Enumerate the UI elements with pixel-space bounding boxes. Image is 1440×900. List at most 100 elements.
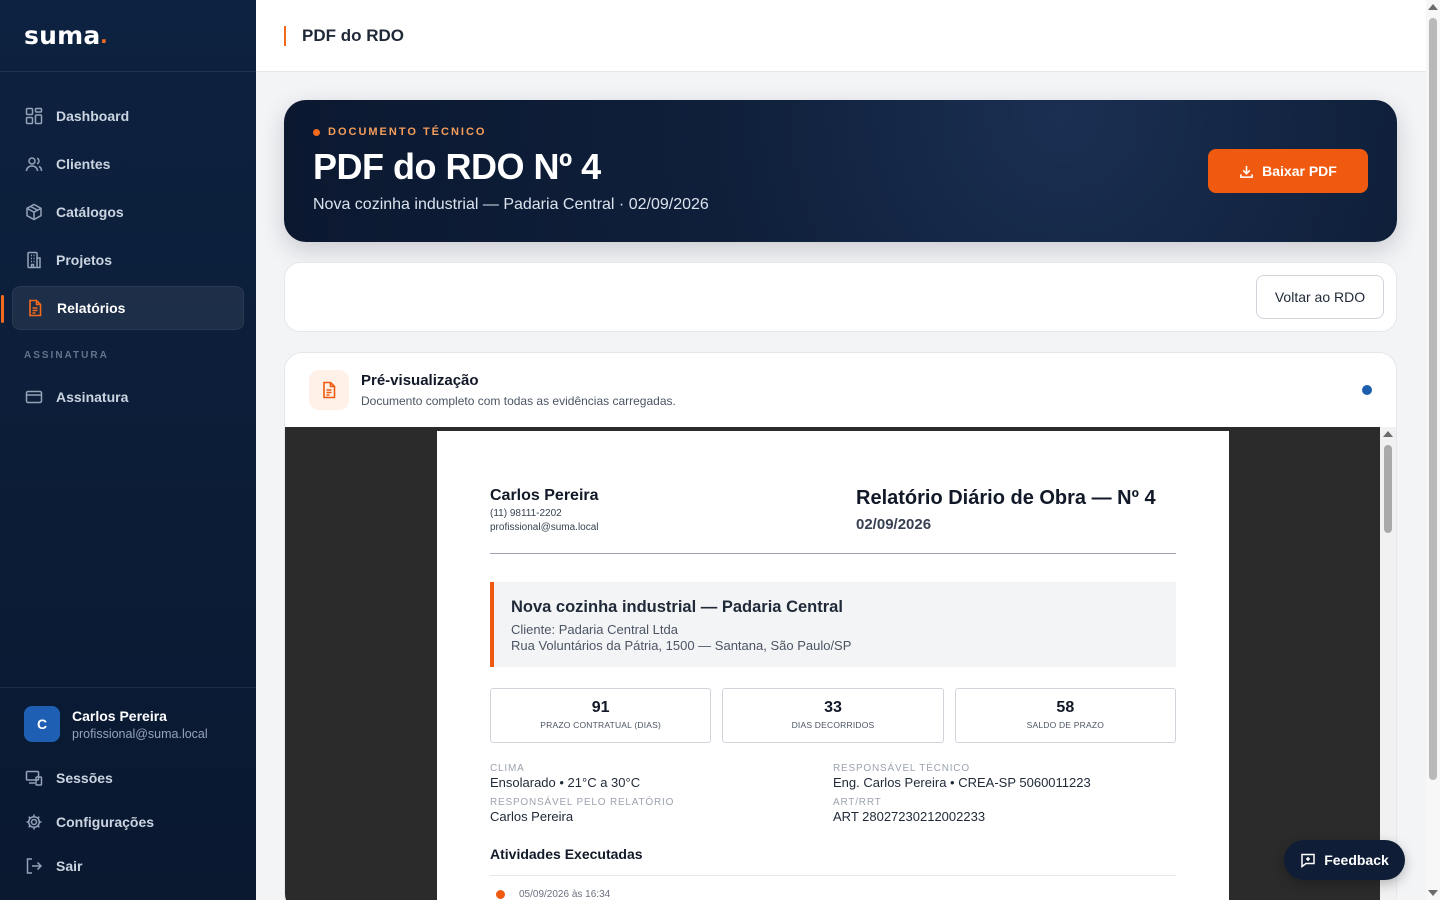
card-icon: [24, 387, 44, 407]
building-icon: [24, 250, 44, 270]
document-icon: [309, 370, 349, 410]
user-name: Carlos Pereira: [72, 707, 167, 724]
brand-dot: .: [100, 21, 108, 49]
status-indicator: [1362, 385, 1372, 395]
pdf-project-box: Nova cozinha industrial — Padaria Centra…: [490, 582, 1176, 667]
preview-title: Pré-visualização: [361, 372, 479, 389]
sidebar-item-label: Sessões: [56, 770, 113, 786]
window-scroll-thumb[interactable]: [1429, 18, 1437, 780]
pdf-project-name: Nova cozinha industrial — Padaria Centra…: [511, 598, 843, 616]
user-profile[interactable]: C Carlos Pereira profissional@suma.local: [0, 706, 256, 742]
sidebar-item-sair[interactable]: Sair: [0, 844, 256, 888]
download-icon: [1239, 164, 1254, 179]
pdf-author-phone: (11) 98111-2202: [490, 508, 562, 519]
eyebrow-dot: [313, 128, 320, 136]
stat-dias-decorridos: 33 DIAS DECORRIDOS: [722, 688, 944, 743]
pdf-info-grid: CLIMA Ensolarado • 21°C a 30°C RESPONSÁV…: [490, 763, 1176, 824]
info-clima: CLIMA Ensolarado • 21°C a 30°C: [490, 763, 833, 790]
pdf-author-email: profissional@suma.local: [490, 522, 599, 533]
back-to-rdo-button[interactable]: Voltar ao RDO: [1256, 275, 1384, 319]
user-email: profissional@suma.local: [72, 726, 208, 741]
sidebar-item-relatorios[interactable]: Relatórios: [1, 286, 244, 330]
scroll-down-icon[interactable]: [1428, 890, 1438, 896]
preview-subtitle: Documento completo com todas as evidênci…: [361, 394, 676, 408]
stat-value: 91: [591, 699, 610, 716]
hero-banner: DOCUMENTO TÉCNICO PDF do RDO Nº 4 Nova c…: [284, 100, 1397, 242]
activity-item: 05/09/2026 às 16:34: [490, 889, 1176, 900]
viewer-scroll-thumb[interactable]: [1384, 445, 1392, 533]
download-pdf-button[interactable]: Baixar PDF: [1208, 149, 1368, 193]
dashboard-icon: [24, 106, 44, 126]
stat-prazo-contratual: 91 PRAZO CONTRATUAL (DIAS): [490, 688, 712, 743]
info-value: Carlos Pereira: [490, 809, 574, 824]
stat-label: PRAZO CONTRATUAL (DIAS): [540, 720, 662, 730]
topbar-accent-bar: [284, 25, 286, 46]
logout-icon: [24, 856, 44, 876]
sidebar-item-clientes[interactable]: Clientes: [12, 142, 244, 186]
topbar: PDF do RDO: [256, 0, 1426, 72]
avatar: C: [24, 706, 60, 742]
pdf-project-address: Rua Voluntários da Pátria, 1500 — Santan…: [511, 638, 852, 653]
sidebar-item-label: Catálogos: [56, 204, 124, 220]
sidebar-item-label: Relatórios: [57, 300, 126, 316]
pdf-viewer[interactable]: Carlos Pereira (11) 98111-2202 profissio…: [285, 427, 1382, 900]
pdf-document-title: Relatório Diário de Obra — Nº 4: [856, 487, 1156, 509]
preview-card: Pré-visualização Documento completo com …: [284, 352, 1397, 900]
info-art-rrt: ART/RRT ART 28027230212002233: [833, 797, 1176, 824]
hero-subtitle: Nova cozinha industrial — Padaria Centra…: [313, 196, 709, 213]
hero-eyebrow: DOCUMENTO TÉCNICO: [313, 126, 1368, 138]
stat-saldo-prazo: 58 SALDO DE PRAZO: [954, 688, 1176, 743]
sidebar-item-assinatura[interactable]: Assinatura: [12, 375, 244, 419]
info-responsavel-relatorio: RESPONSÁVEL PELO RELATÓRIO Carlos Pereir…: [490, 797, 833, 824]
box-icon: [24, 202, 44, 222]
sidebar-item-label: Sair: [56, 858, 83, 874]
feedback-icon: [1300, 852, 1316, 868]
viewer-scrollbar[interactable]: [1380, 427, 1396, 900]
stat-value: 58: [1056, 699, 1075, 716]
sidebar-item-label: Assinatura: [56, 389, 129, 405]
activity-dot: [496, 890, 505, 899]
pdf-page: Carlos Pereira (11) 98111-2202 profissio…: [437, 431, 1229, 900]
sidebar-item-sessoes[interactable]: Sessões: [0, 756, 256, 800]
info-value: Ensolarado • 21°C a 30°C: [490, 775, 641, 790]
pdf-author-name: Carlos Pereira: [490, 487, 599, 504]
sidebar-item-projetos[interactable]: Projetos: [12, 238, 244, 282]
pdf-activities-title: Atividades Executadas: [490, 846, 1176, 876]
info-label: RESPONSÁVEL PELO RELATÓRIO: [490, 797, 675, 808]
stat-label: SALDO DE PRAZO: [1026, 720, 1105, 730]
info-label: CLIMA: [490, 763, 525, 774]
pdf-project-client: Cliente: Padaria Central Ltda: [511, 622, 678, 637]
gear-icon: [24, 812, 44, 832]
info-value: Eng. Carlos Pereira • CREA-SP 5060011223: [833, 775, 1091, 790]
sidebar-item-label: Projetos: [56, 252, 113, 268]
feedback-button[interactable]: Feedback: [1284, 840, 1405, 880]
sidebar-footer: C Carlos Pereira profissional@suma.local…: [0, 687, 256, 900]
stat-label: DIAS DECORRIDOS: [791, 720, 875, 730]
info-responsavel-tecnico: RESPONSÁVEL TÉCNICO Eng. Carlos Pereira …: [833, 763, 1176, 790]
sidebar-item-label: Clientes: [56, 156, 111, 172]
users-icon: [24, 154, 44, 174]
pdf-document-date: 02/09/2026: [856, 516, 932, 533]
sidebar-nav: Dashboard Clientes Catálogos Projetos Re…: [0, 72, 256, 330]
stat-value: 33: [824, 699, 842, 716]
sidebar: suma. Dashboard Clientes Catálogos Proje…: [0, 0, 256, 900]
brand-logo[interactable]: suma.: [0, 0, 256, 72]
section-label-assinatura: ASSINATURA: [24, 350, 109, 361]
scroll-up-icon[interactable]: [1428, 4, 1438, 10]
preview-header: Pré-visualização Documento completo com …: [285, 353, 1396, 427]
pdf-header: Carlos Pereira (11) 98111-2202 profissio…: [490, 487, 1176, 554]
sidebar-item-catalogos[interactable]: Catálogos: [12, 190, 244, 234]
sidebar-item-label: Dashboard: [56, 108, 130, 124]
sidebar-item-configuracoes[interactable]: Configurações: [0, 800, 256, 844]
scroll-up-icon[interactable]: [1383, 431, 1393, 437]
activity-time: 05/09/2026 às 16:34: [519, 889, 611, 900]
sidebar-item-dashboard[interactable]: Dashboard: [12, 94, 244, 138]
brand-name: suma: [24, 21, 101, 50]
feedback-label: Feedback: [1324, 852, 1389, 868]
sidebar-item-label: Configurações: [56, 814, 155, 830]
pdf-stats: 91 PRAZO CONTRATUAL (DIAS) 33 DIAS DECOR…: [490, 688, 1176, 743]
window-scrollbar[interactable]: [1426, 0, 1440, 900]
info-label: ART/RRT: [833, 797, 882, 808]
download-pdf-label: Baixar PDF: [1262, 163, 1337, 179]
page-title: PDF do RDO: [302, 25, 404, 45]
